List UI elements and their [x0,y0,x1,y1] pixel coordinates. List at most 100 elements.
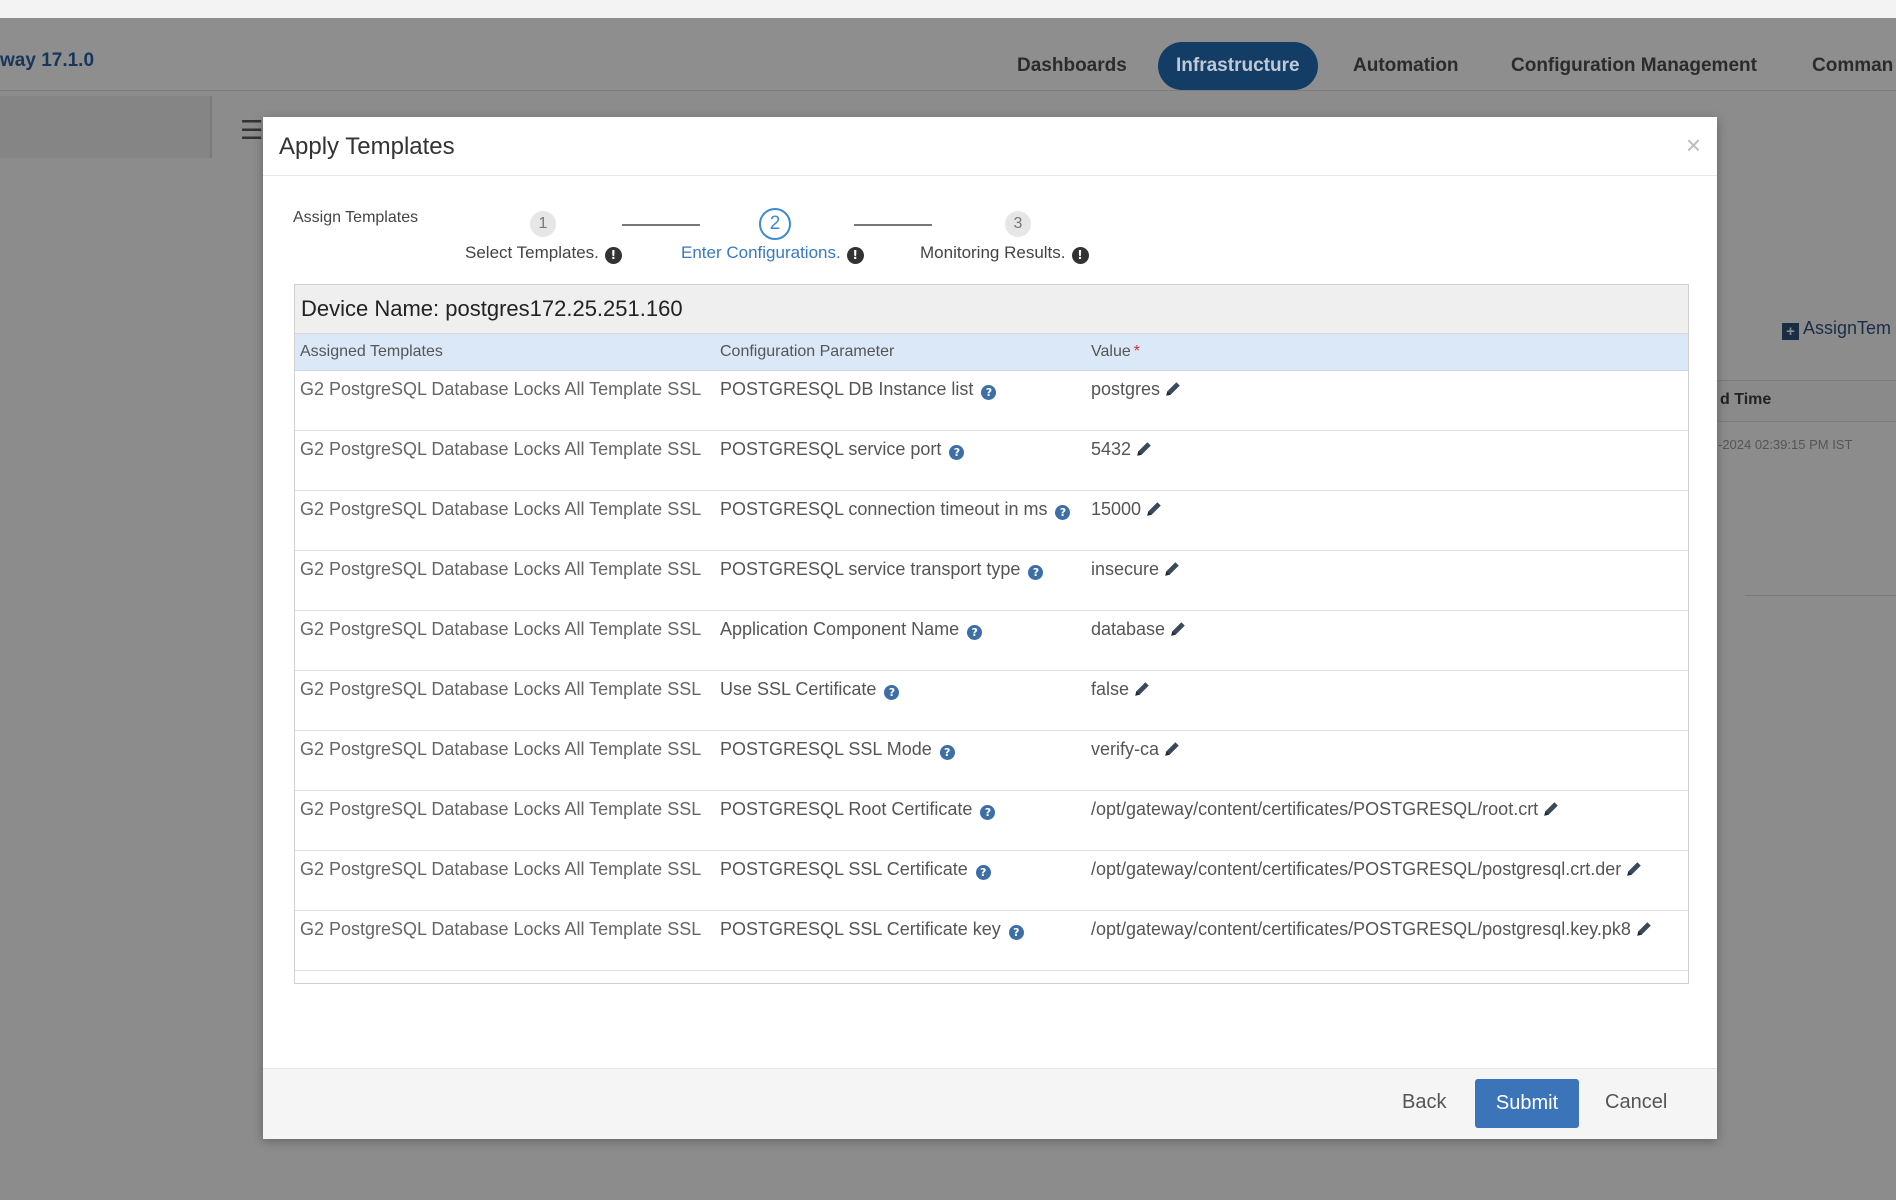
assign-templates-link[interactable]: + AssignTem [1782,318,1891,340]
step-1-text: Select Templates. [465,243,599,262]
step-connector [854,224,932,226]
table-row: G2 PostgreSQL Database Locks All Templat… [295,371,1688,431]
help-circle-icon[interactable]: ? [1008,925,1024,940]
step-1-label[interactable]: Select Templates.! [465,243,622,264]
table-row: G2 PostgreSQL Database Locks All Templat… [295,851,1688,911]
table-row: G2 PostgreSQL Database Locks All Templat… [295,551,1688,611]
value-cell: 15000 [1091,497,1683,521]
configuration-parameter-cell: POSTGRESQL DB Instance list? [720,377,1100,401]
help-circle-icon[interactable]: ? [884,685,900,700]
hamburger-menu-icon[interactable]: ☰ [240,115,263,146]
app-header: way 17.1.0 Dashboards Infrastructure Aut… [0,18,1896,91]
device-name: Device Name: postgres172.25.251.160 [301,296,683,321]
step-2-circle[interactable]: 2 [759,208,791,240]
value-text: 15000 [1091,499,1142,519]
parameter-label: POSTGRESQL Root Certificate [720,799,973,819]
parameter-label: POSTGRESQL service transport type [720,559,1021,579]
value-text: verify-ca [1091,739,1160,759]
value-text: insecure [1091,559,1160,579]
assign-templates-label: AssignTem [1803,318,1892,338]
background-column-header: d Time [1720,391,1772,408]
value-text: /opt/gateway/content/certificates/POSTGR… [1091,919,1631,939]
step-2-label[interactable]: Enter Configurations.! [681,243,864,264]
parameter-label: POSTGRESQL service port [720,439,942,459]
step-connector [622,224,700,226]
configuration-parameter-cell: POSTGRESQL SSL Certificate key? [720,917,1100,941]
pencil-icon[interactable] [1635,920,1653,938]
nav-automation[interactable]: Automation [1353,42,1459,90]
value-text: postgres [1091,379,1161,399]
value-text: /opt/gateway/content/certificates/POSTGR… [1091,799,1539,819]
table-row: G2 PostgreSQL Database Locks All Templat… [295,731,1688,791]
info-circle-icon[interactable]: ! [846,247,864,264]
nav-infrastructure[interactable]: Infrastructure [1158,42,1318,90]
app-brand: way 17.1.0 [0,50,95,71]
assigned-template-cell: G2 PostgreSQL Database Locks All Templat… [300,739,702,759]
nav-configuration-management[interactable]: Configuration Management [1511,42,1757,90]
info-circle-icon[interactable]: ! [1071,247,1089,264]
step-3-text: Monitoring Results. [920,243,1066,262]
help-circle-icon[interactable]: ? [980,805,996,820]
step-3-circle[interactable]: 3 [1005,211,1031,237]
browser-top-strip [0,0,1896,18]
configuration-parameter-cell: POSTGRESQL connection timeout in ms? [720,497,1100,521]
assigned-template-cell: G2 PostgreSQL Database Locks All Templat… [300,379,702,399]
help-circle-icon[interactable]: ? [949,445,965,460]
header-configuration-parameter: Configuration Parameter [720,343,895,360]
parameter-label: POSTGRESQL SSL Certificate key [720,919,1001,939]
configuration-parameter-cell: POSTGRESQL SSL Mode? [720,737,1100,761]
apply-templates-modal: Apply Templates × Assign Templates 1 2 3… [263,117,1717,1139]
value-text: 5432 [1091,439,1132,459]
help-circle-icon[interactable]: ? [967,625,983,640]
configuration-parameter-cell: Application Component Name? [720,617,1100,641]
plus-square-icon: + [1782,323,1799,340]
help-circle-icon[interactable]: ? [939,745,955,760]
nav-command[interactable]: Comman [1812,42,1893,90]
value-cell: postgres [1091,377,1683,401]
value-text: /opt/gateway/content/certificates/POSTGR… [1091,859,1622,879]
cancel-button[interactable]: Cancel [1605,1091,1667,1114]
pencil-icon[interactable] [1164,380,1182,398]
nav-dashboards[interactable]: Dashboards [1017,42,1127,90]
help-circle-icon[interactable]: ? [1055,505,1071,520]
info-circle-icon[interactable]: ! [604,247,622,264]
configuration-parameter-cell: Use SSL Certificate? [720,677,1100,701]
step-3-label[interactable]: Monitoring Results.! [920,243,1089,264]
table-row: G2 PostgreSQL Database Locks All Templat… [295,791,1688,851]
pencil-icon[interactable] [1145,500,1163,518]
configuration-parameter-cell: POSTGRESQL service transport type? [720,557,1100,581]
assigned-template-cell: G2 PostgreSQL Database Locks All Templat… [300,499,702,519]
close-icon[interactable]: × [1686,132,1701,158]
parameter-label: POSTGRESQL DB Instance list [720,379,974,399]
configuration-parameter-cell: POSTGRESQL service port? [720,437,1100,461]
header-assigned-templates: Assigned Templates [300,343,443,360]
pencil-icon[interactable] [1625,860,1643,878]
value-cell: false [1091,677,1683,701]
value-cell: verify-ca [1091,737,1683,761]
value-cell: /opt/gateway/content/certificates/POSTGR… [1091,917,1683,941]
parameter-label: POSTGRESQL SSL Mode [720,739,932,759]
step-1-circle[interactable]: 1 [530,211,556,237]
sidebar-header [0,96,212,158]
help-circle-icon[interactable]: ? [1028,565,1044,580]
background-table-cell: -2024 02:39:15 PM IST [1718,437,1853,452]
background-divider [1745,595,1896,596]
pencil-icon[interactable] [1133,680,1151,698]
submit-button[interactable]: Submit [1475,1079,1579,1128]
parameter-label: Application Component Name [720,619,960,639]
assigned-template-cell: G2 PostgreSQL Database Locks All Templat… [300,679,702,699]
value-cell: /opt/gateway/content/certificates/POSTGR… [1091,797,1683,821]
help-circle-icon[interactable]: ? [975,865,991,880]
pencil-icon[interactable] [1135,440,1153,458]
table-row: G2 PostgreSQL Database Locks All Templat… [295,911,1688,971]
parameter-label: Use SSL Certificate [720,679,877,699]
pencil-icon[interactable] [1163,740,1181,758]
back-button[interactable]: Back [1402,1091,1446,1114]
table-row: G2 PostgreSQL Database Locks All Templat… [295,671,1688,731]
pencil-icon[interactable] [1169,620,1187,638]
table-row: G2 PostgreSQL Database Locks All Templat… [295,491,1688,551]
pencil-icon[interactable] [1163,560,1181,578]
pencil-icon[interactable] [1542,800,1560,818]
header-value: Value * [1091,343,1140,361]
help-circle-icon[interactable]: ? [981,385,997,400]
